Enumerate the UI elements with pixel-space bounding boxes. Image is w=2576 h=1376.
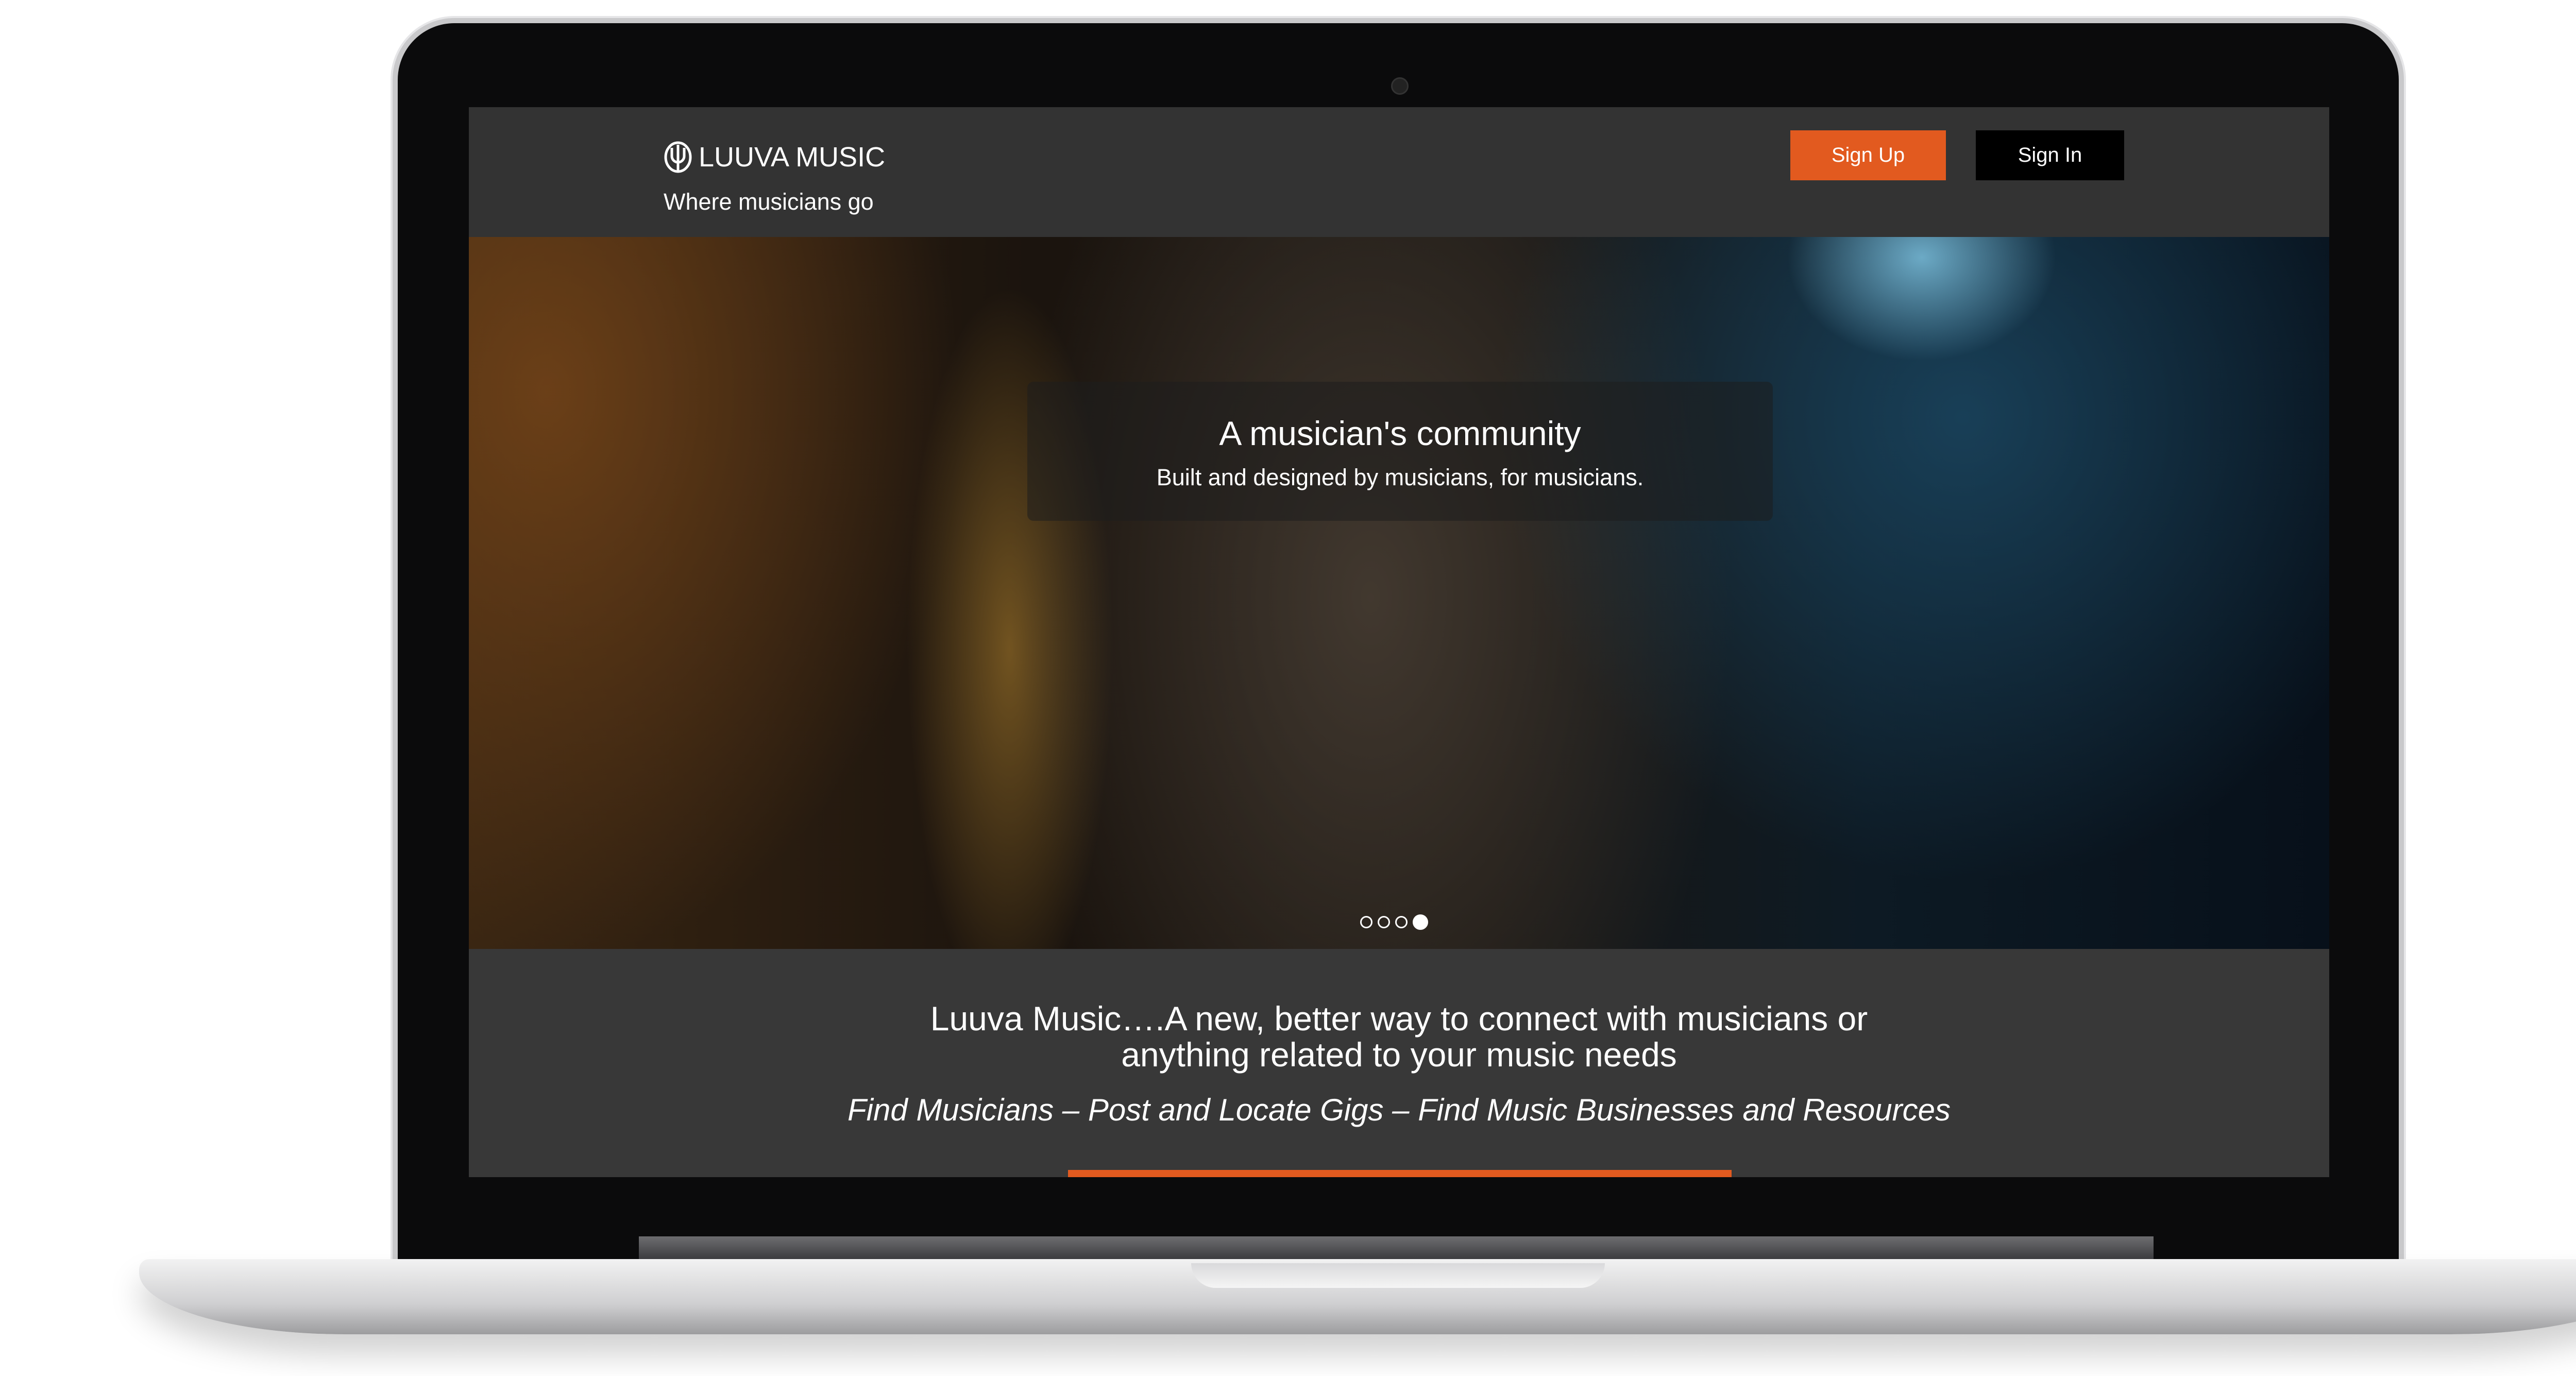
site-header: LUUVA MUSIC Where musicians go Sign Up S… xyxy=(469,107,2329,237)
intro-section: Luuva Music….A new, better way to connec… xyxy=(469,949,2329,1177)
brand-name: LUUVA MUSIC xyxy=(699,142,886,173)
intro-subtitle: Find Musicians – Post and Locate Gigs – … xyxy=(847,1093,1951,1127)
caption-title: A musician's community xyxy=(1219,414,1581,452)
carousel-dot-4-active[interactable] xyxy=(1413,914,1428,930)
sign-up-button[interactable]: Sign Up xyxy=(1790,130,1946,180)
accent-bar xyxy=(1068,1170,1732,1177)
hero-carousel: A musician's community Built and designe… xyxy=(469,237,2329,949)
carousel-dot-1[interactable] xyxy=(1360,916,1372,928)
carousel-indicators xyxy=(1360,914,1428,930)
carousel-dot-3[interactable] xyxy=(1395,916,1408,928)
webcam xyxy=(1391,77,1409,95)
laptop-hinge xyxy=(639,1236,2154,1259)
carousel-caption: A musician's community Built and designe… xyxy=(1027,382,1773,521)
laptop-notch xyxy=(1191,1263,1605,1288)
sign-in-button[interactable]: Sign In xyxy=(1976,130,2124,180)
luuva-logo-icon xyxy=(664,141,692,173)
tagline: Where musicians go xyxy=(664,189,874,215)
intro-title: Luuva Music….A new, better way to connec… xyxy=(930,999,1868,1074)
brand-logo[interactable]: LUUVA MUSIC xyxy=(664,139,885,175)
carousel-dot-2[interactable] xyxy=(1378,916,1390,928)
caption-subtitle: Built and designed by musicians, for mus… xyxy=(1156,464,1644,490)
laptop-screen: LUUVA MUSIC Where musicians go Sign Up S… xyxy=(469,107,2329,1177)
